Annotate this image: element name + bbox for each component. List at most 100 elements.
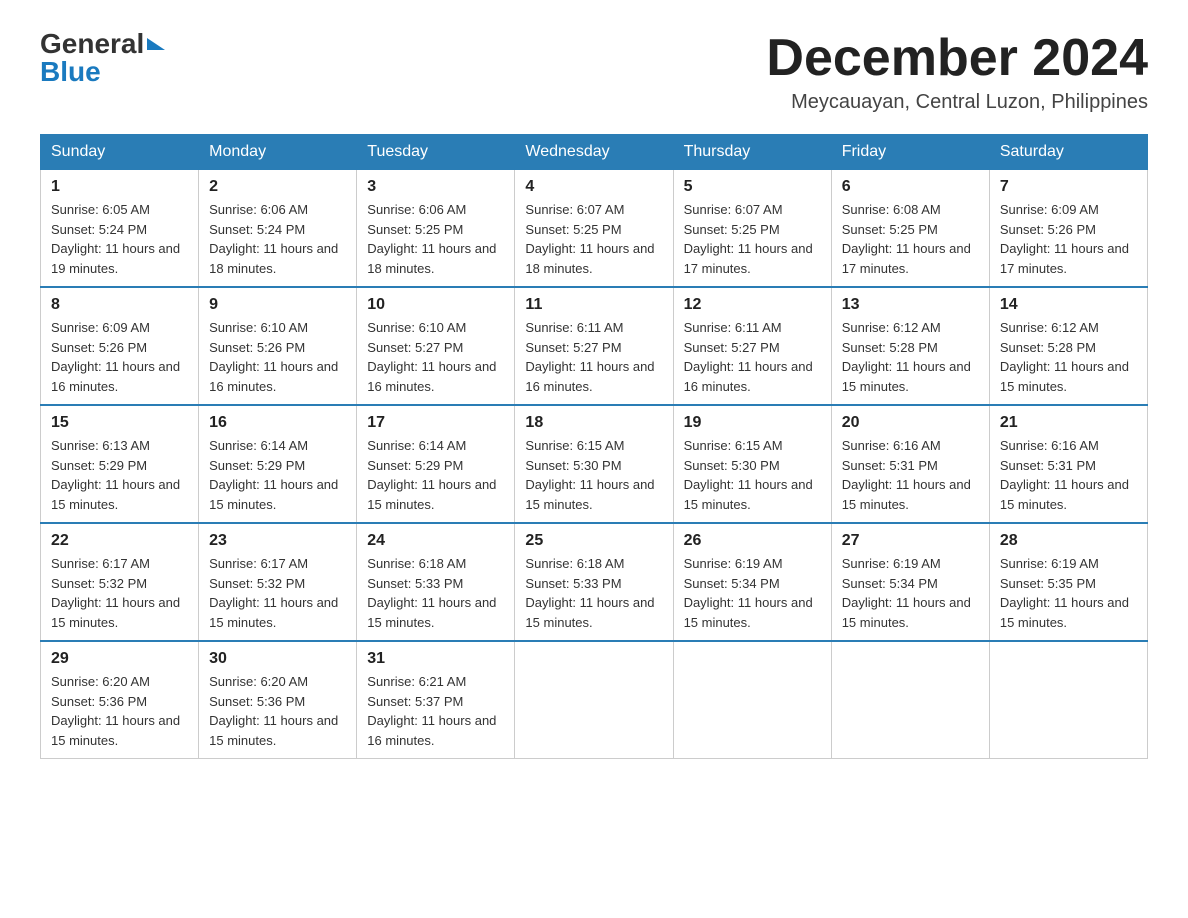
day-info: Sunrise: 6:19 AMSunset: 5:34 PMDaylight:…	[684, 554, 821, 632]
calendar-cell: 24Sunrise: 6:18 AMSunset: 5:33 PMDayligh…	[357, 523, 515, 641]
day-number: 3	[367, 178, 504, 196]
day-info: Sunrise: 6:10 AMSunset: 5:26 PMDaylight:…	[209, 318, 346, 396]
calendar-cell: 7 Sunrise: 6:09 AMSunset: 5:26 PMDaylight…	[989, 170, 1147, 288]
day-number: 23	[209, 532, 346, 550]
day-number: 28	[1000, 532, 1137, 550]
day-info: Sunrise: 6:13 AMSunset: 5:29 PMDaylight:…	[51, 436, 188, 514]
day-number: 29	[51, 650, 188, 668]
title-section: December 2024 Meycauayan, Central Luzon,…	[766, 30, 1148, 114]
calendar-cell: 14 Sunrise: 6:12 AMSunset: 5:28 PMDayligh…	[989, 287, 1147, 405]
day-info: Sunrise: 6:07 AMSunset: 5:25 PMDaylight:…	[525, 200, 662, 278]
day-number: 9	[209, 296, 346, 314]
day-number: 18	[525, 414, 662, 432]
calendar-cell: 22 Sunrise: 6:17 AMSunset: 5:32 PMDayligh…	[41, 523, 199, 641]
weekday-header-saturday: Saturday	[989, 135, 1147, 170]
calendar-week-row: 15 Sunrise: 6:13 AMSunset: 5:29 PMDayligh…	[41, 405, 1148, 523]
calendar-week-row: 8 Sunrise: 6:09 AMSunset: 5:26 PMDaylight…	[41, 287, 1148, 405]
day-number: 31	[367, 650, 504, 668]
day-info: Sunrise: 6:17 AMSunset: 5:32 PMDaylight:…	[209, 554, 346, 632]
day-info: Sunrise: 6:09 AMSunset: 5:26 PMDaylight:…	[51, 318, 188, 396]
calendar-cell: 10 Sunrise: 6:10 AMSunset: 5:27 PMDayligh…	[357, 287, 515, 405]
day-info: Sunrise: 6:12 AMSunset: 5:28 PMDaylight:…	[1000, 318, 1137, 396]
calendar-cell: 30Sunrise: 6:20 AMSunset: 5:36 PMDayligh…	[199, 641, 357, 759]
day-number: 4	[525, 178, 662, 196]
calendar-cell: 18 Sunrise: 6:15 AMSunset: 5:30 PMDayligh…	[515, 405, 673, 523]
day-number: 14	[1000, 296, 1137, 314]
day-info: Sunrise: 6:06 AMSunset: 5:24 PMDaylight:…	[209, 200, 346, 278]
calendar-cell: 4 Sunrise: 6:07 AMSunset: 5:25 PMDaylight…	[515, 170, 673, 288]
day-info: Sunrise: 6:20 AMSunset: 5:36 PMDaylight:…	[209, 672, 346, 750]
logo-general: General	[40, 30, 144, 58]
calendar-cell: 31 Sunrise: 6:21 AMSunset: 5:37 PMDayligh…	[357, 641, 515, 759]
calendar-cell: 2 Sunrise: 6:06 AMSunset: 5:24 PMDaylight…	[199, 170, 357, 288]
logo: General Blue	[40, 30, 165, 86]
day-info: Sunrise: 6:18 AMSunset: 5:33 PMDaylight:…	[525, 554, 662, 632]
day-number: 20	[842, 414, 979, 432]
calendar-week-row: 1Sunrise: 6:05 AMSunset: 5:24 PMDaylight…	[41, 170, 1148, 288]
calendar-cell	[673, 641, 831, 759]
day-info: Sunrise: 6:16 AMSunset: 5:31 PMDaylight:…	[1000, 436, 1137, 514]
day-number: 13	[842, 296, 979, 314]
day-info: Sunrise: 6:21 AMSunset: 5:37 PMDaylight:…	[367, 672, 504, 750]
day-number: 25	[525, 532, 662, 550]
calendar-cell: 13Sunrise: 6:12 AMSunset: 5:28 PMDayligh…	[831, 287, 989, 405]
location-title: Meycauayan, Central Luzon, Philippines	[766, 91, 1148, 114]
day-info: Sunrise: 6:15 AMSunset: 5:30 PMDaylight:…	[525, 436, 662, 514]
calendar-cell: 27 Sunrise: 6:19 AMSunset: 5:34 PMDayligh…	[831, 523, 989, 641]
day-number: 1	[51, 178, 188, 196]
day-info: Sunrise: 6:06 AMSunset: 5:25 PMDaylight:…	[367, 200, 504, 278]
day-info: Sunrise: 6:09 AMSunset: 5:26 PMDaylight:…	[1000, 200, 1137, 278]
day-number: 15	[51, 414, 188, 432]
month-title: December 2024	[766, 30, 1148, 87]
weekday-header-friday: Friday	[831, 135, 989, 170]
day-info: Sunrise: 6:08 AMSunset: 5:25 PMDaylight:…	[842, 200, 979, 278]
day-info: Sunrise: 6:17 AMSunset: 5:32 PMDaylight:…	[51, 554, 188, 632]
calendar-cell: 21 Sunrise: 6:16 AMSunset: 5:31 PMDayligh…	[989, 405, 1147, 523]
calendar-cell: 20Sunrise: 6:16 AMSunset: 5:31 PMDayligh…	[831, 405, 989, 523]
day-number: 2	[209, 178, 346, 196]
day-number: 22	[51, 532, 188, 550]
day-info: Sunrise: 6:20 AMSunset: 5:36 PMDaylight:…	[51, 672, 188, 750]
weekday-header-row: SundayMondayTuesdayWednesdayThursdayFrid…	[41, 135, 1148, 170]
weekday-header-wednesday: Wednesday	[515, 135, 673, 170]
day-info: Sunrise: 6:14 AMSunset: 5:29 PMDaylight:…	[367, 436, 504, 514]
logo-blue: Blue	[40, 58, 101, 86]
day-number: 24	[367, 532, 504, 550]
day-number: 21	[1000, 414, 1137, 432]
day-number: 26	[684, 532, 821, 550]
calendar-cell	[515, 641, 673, 759]
day-number: 7	[1000, 178, 1137, 196]
calendar-cell: 19 Sunrise: 6:15 AMSunset: 5:30 PMDayligh…	[673, 405, 831, 523]
day-info: Sunrise: 6:19 AMSunset: 5:34 PMDaylight:…	[842, 554, 979, 632]
day-number: 12	[684, 296, 821, 314]
weekday-header-tuesday: Tuesday	[357, 135, 515, 170]
calendar-cell: 25 Sunrise: 6:18 AMSunset: 5:33 PMDayligh…	[515, 523, 673, 641]
day-number: 27	[842, 532, 979, 550]
day-number: 11	[525, 296, 662, 314]
page-header: General Blue December 2024 Meycauayan, C…	[40, 30, 1148, 114]
calendar-cell: 26 Sunrise: 6:19 AMSunset: 5:34 PMDayligh…	[673, 523, 831, 641]
day-info: Sunrise: 6:11 AMSunset: 5:27 PMDaylight:…	[525, 318, 662, 396]
calendar-week-row: 29 Sunrise: 6:20 AMSunset: 5:36 PMDayligh…	[41, 641, 1148, 759]
calendar-week-row: 22 Sunrise: 6:17 AMSunset: 5:32 PMDayligh…	[41, 523, 1148, 641]
day-info: Sunrise: 6:15 AMSunset: 5:30 PMDaylight:…	[684, 436, 821, 514]
weekday-header-thursday: Thursday	[673, 135, 831, 170]
calendar-cell: 23 Sunrise: 6:17 AMSunset: 5:32 PMDayligh…	[199, 523, 357, 641]
day-info: Sunrise: 6:11 AMSunset: 5:27 PMDaylight:…	[684, 318, 821, 396]
weekday-header-monday: Monday	[199, 135, 357, 170]
day-number: 8	[51, 296, 188, 314]
calendar-cell: 11 Sunrise: 6:11 AMSunset: 5:27 PMDayligh…	[515, 287, 673, 405]
day-info: Sunrise: 6:10 AMSunset: 5:27 PMDaylight:…	[367, 318, 504, 396]
day-number: 19	[684, 414, 821, 432]
day-number: 6	[842, 178, 979, 196]
calendar-table: SundayMondayTuesdayWednesdayThursdayFrid…	[40, 134, 1148, 759]
day-info: Sunrise: 6:07 AMSunset: 5:25 PMDaylight:…	[684, 200, 821, 278]
day-number: 16	[209, 414, 346, 432]
calendar-cell	[989, 641, 1147, 759]
calendar-cell: 17Sunrise: 6:14 AMSunset: 5:29 PMDayligh…	[357, 405, 515, 523]
calendar-cell: 28Sunrise: 6:19 AMSunset: 5:35 PMDayligh…	[989, 523, 1147, 641]
logo-triangle-icon	[147, 38, 165, 50]
day-info: Sunrise: 6:14 AMSunset: 5:29 PMDaylight:…	[209, 436, 346, 514]
calendar-cell: 6 Sunrise: 6:08 AMSunset: 5:25 PMDaylight…	[831, 170, 989, 288]
day-number: 10	[367, 296, 504, 314]
